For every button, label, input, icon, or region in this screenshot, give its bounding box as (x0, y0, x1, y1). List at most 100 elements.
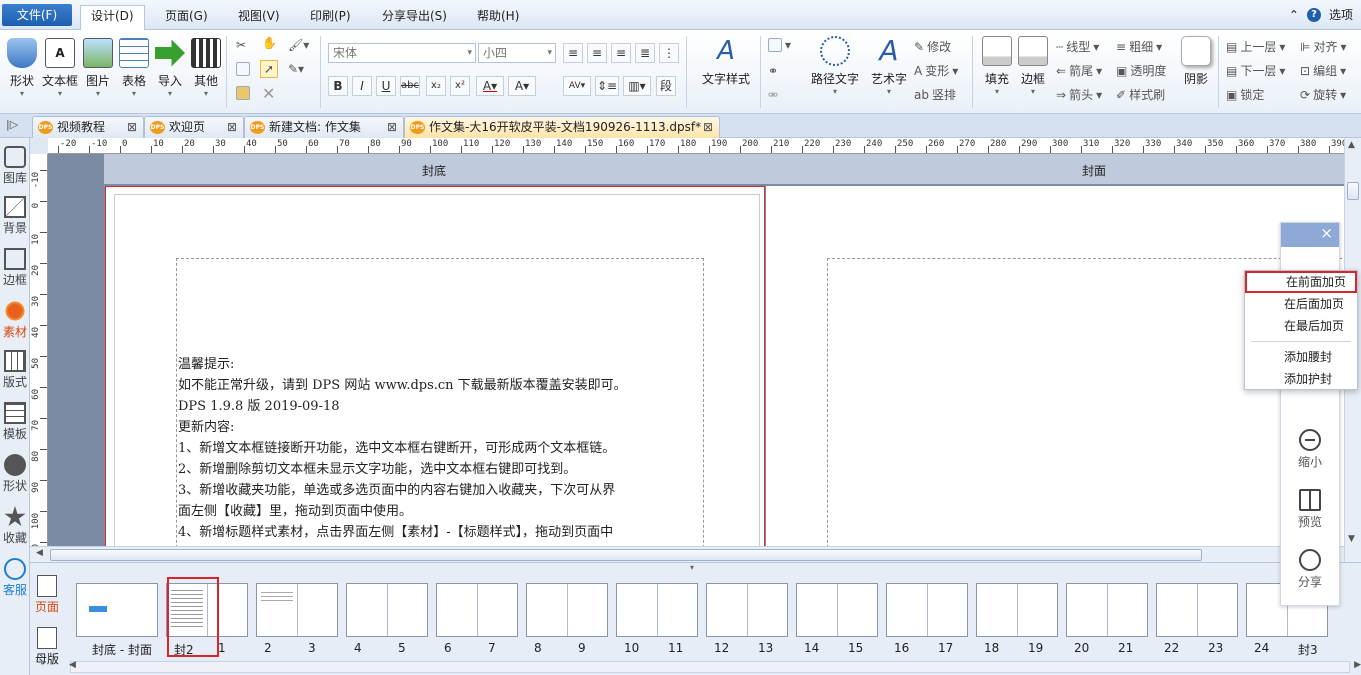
page-spread-thumbnail[interactable] (616, 583, 698, 637)
menu-item-add-after[interactable]: 在后面加页 (1245, 293, 1357, 315)
page-spread-thumbnail[interactable] (436, 583, 518, 637)
mode-page-button[interactable]: 页面 (32, 575, 62, 615)
copy-icon[interactable] (236, 62, 250, 76)
page-spread-thumbnail[interactable] (1156, 583, 1238, 637)
paragraph-icon[interactable]: 段 (656, 76, 676, 96)
columns-icon[interactable]: ▥▾ (623, 76, 651, 96)
help-icon[interactable]: ? (1306, 7, 1321, 22)
page-spread-thumbnail[interactable] (796, 583, 878, 637)
page-spread-thumbnail[interactable] (706, 583, 788, 637)
scroll-down-icon[interactable]: ▼ (1348, 534, 1355, 544)
page-spread-thumbnail[interactable] (526, 583, 608, 637)
italic-icon[interactable]: I (352, 76, 372, 96)
sidebar-item-customer-service[interactable]: 客服 (0, 558, 30, 598)
scroll-left-icon[interactable]: ◀ (36, 548, 43, 558)
shadow-button[interactable]: 阴影 (1178, 36, 1214, 87)
font-color-icon[interactable]: A▾ (476, 76, 504, 96)
arrow-head-button[interactable]: ⇒ 箭头 ▾ (1056, 86, 1102, 103)
modify-button[interactable]: ✎ 修改 (914, 38, 951, 55)
strikethrough-icon[interactable]: abc (400, 76, 420, 96)
path-text-button[interactable]: 路径文字 ▾ (806, 36, 864, 96)
align-right-icon[interactable]: ≡ (611, 43, 631, 63)
image-button[interactable]: 图片 ▾ (82, 38, 114, 98)
zoom-out-button[interactable]: 缩小 (1281, 429, 1339, 470)
table-button[interactable]: 表格 ▾ (118, 38, 150, 98)
menu-item-add-dust-jacket[interactable]: 添加护封 (1245, 368, 1357, 390)
border-button[interactable]: 边框 ▾ (1016, 36, 1050, 96)
line-type-button[interactable]: ┄ 线型 ▾ (1056, 38, 1099, 55)
close-tab-icon[interactable]: ⊠ (703, 117, 713, 137)
share-button[interactable]: 分享 (1281, 549, 1339, 590)
transparency-button[interactable]: ▣ 透明度 (1116, 62, 1166, 79)
sidebar-item-background[interactable]: 背景 (0, 196, 30, 236)
text-frame-icon[interactable]: ▾ (768, 38, 791, 52)
shape-button[interactable]: 形状 ▾ (6, 38, 38, 98)
design-canvas[interactable]: 封底 封面 温馨提示: 如不能正常升级，请到 DPS 网站 www.dps.cn … (48, 154, 1344, 546)
sidebar-item-gallery[interactable]: 图库 (0, 146, 30, 186)
tab-page[interactable]: 页面(G) (155, 6, 218, 30)
close-tab-icon[interactable]: ⊠ (387, 117, 397, 137)
tab-share-export[interactable]: 分享导出(S) (372, 6, 457, 30)
page-spread-thumbnail[interactable] (256, 583, 338, 637)
page-spread-thumbnail[interactable] (346, 583, 428, 637)
hand-icon[interactable]: ✋ (262, 36, 277, 50)
vertical-scroll-thumb[interactable] (1347, 182, 1359, 200)
other-button[interactable]: 其他 ▾ (190, 38, 222, 98)
menu-item-add-at-end[interactable]: 在最后加页 (1245, 315, 1357, 337)
text-style-button[interactable]: A 文字样式 (694, 36, 758, 87)
deform-button[interactable]: A 变形 ▾ (914, 62, 958, 79)
page-spread-thumbnail[interactable] (1066, 583, 1148, 637)
scroll-up-icon[interactable]: ▲ (1348, 140, 1355, 150)
eyedropper-icon[interactable]: ✎▾ (288, 62, 304, 76)
align-button[interactable]: ⊫ 对齐 ▾ (1300, 38, 1347, 55)
rotate-button[interactable]: ⟳ 旋转 ▾ (1300, 86, 1346, 103)
tab-help[interactable]: 帮助(H) (467, 6, 529, 30)
sidebar-item-material[interactable]: 素材 (0, 300, 30, 340)
menu-item-add-belly-band[interactable]: 添加腰封 (1245, 346, 1357, 368)
sidebar-item-border[interactable]: 边框 (0, 248, 30, 288)
thickness-button[interactable]: ≡ 粗细 ▾ (1116, 38, 1162, 55)
tab-design[interactable]: 设计(D) (80, 5, 145, 31)
strip-scrollbar[interactable]: ◀ ▶ (69, 660, 1361, 673)
align-center-icon[interactable]: ≡ (587, 43, 607, 63)
line-spacing-icon[interactable]: ⇕≡ (595, 76, 619, 96)
style-brush-button[interactable]: ✐ 样式刷 (1116, 86, 1165, 103)
arrow-tail-button[interactable]: ⇐ 箭尾 ▾ (1056, 62, 1102, 79)
options-button[interactable]: 选项 (1329, 6, 1353, 23)
sidebar-item-shape[interactable]: 形状 (0, 454, 30, 494)
bold-icon[interactable]: B (328, 76, 348, 96)
underline-icon[interactable]: U (376, 76, 396, 96)
import-button[interactable]: 导入 ▾ (154, 38, 186, 98)
collapse-strip-icon[interactable]: ▾ (690, 563, 694, 572)
down-layer-button[interactable]: ▤ 下一层 ▾ (1226, 62, 1285, 79)
doc-tab-new-document[interactable]: DPS 新建文档: 作文集 ⊠ (244, 116, 404, 138)
page-spread-thumbnail[interactable] (76, 583, 158, 637)
doc-tab-video-tutorial[interactable]: DPS 视频教程 ⊠ (32, 116, 144, 138)
mode-master-button[interactable]: 母版 (32, 627, 62, 667)
collapse-ribbon-icon[interactable]: ⌃ (1289, 8, 1299, 22)
doc-tab-welcome[interactable]: DPS 欢迎页 ⊠ (144, 116, 244, 138)
font-size-adjust-icon[interactable]: A▾ (508, 76, 536, 96)
sidebar-item-favorites[interactable]: 收藏 (0, 506, 30, 546)
close-tab-icon[interactable]: ⊠ (227, 117, 237, 137)
paste-icon[interactable] (236, 86, 250, 100)
strip-scroll-left-icon[interactable]: ◀ (69, 660, 76, 670)
group-button[interactable]: ⊡ 编组 ▾ (1300, 62, 1346, 79)
expand-panel-icon[interactable]: |▷ (6, 118, 18, 131)
font-name-select[interactable]: 宋体 ▾ (328, 43, 476, 63)
align-left-icon[interactable]: ≡ (563, 43, 583, 63)
fill-button[interactable]: 填充 ▾ (978, 36, 1016, 96)
textbox-button[interactable]: A 文本框 ▾ (40, 38, 80, 98)
unlink-icon[interactable]: ⚮ (768, 88, 778, 102)
horizontal-scrollbar[interactable]: ◀ (30, 546, 1344, 562)
page-spread-thumbnail[interactable] (886, 583, 968, 637)
up-layer-button[interactable]: ▤ 上一层 ▾ (1226, 38, 1285, 55)
tab-view[interactable]: 视图(V) (228, 6, 290, 30)
horizontal-scroll-thumb[interactable] (50, 549, 1202, 561)
lock-button[interactable]: ▣ 锁定 (1226, 86, 1264, 103)
paint-icon[interactable]: 🖌▾ (288, 38, 309, 52)
page-spread-thumbnail[interactable] (976, 583, 1058, 637)
vertical-text-button[interactable]: ab 竖排 (914, 86, 956, 103)
distribute-icon[interactable]: ⋮ (659, 43, 679, 63)
menu-item-add-before[interactable]: 在前面加页 (1245, 271, 1357, 293)
